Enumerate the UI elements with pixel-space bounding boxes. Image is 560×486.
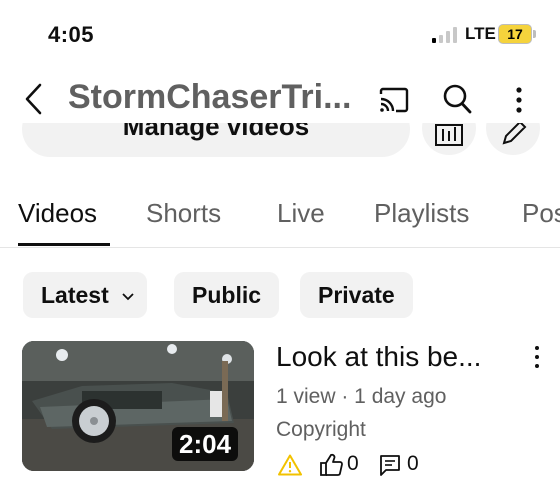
- signal-icon: [432, 27, 457, 43]
- channel-title: StormChaserTri...: [68, 78, 352, 116]
- edit-button[interactable]: [486, 123, 540, 155]
- video-duration: 2:04: [172, 427, 239, 461]
- video-more-icon[interactable]: [533, 345, 541, 369]
- back-arrow-icon[interactable]: [22, 82, 46, 116]
- channel-tabs: Videos Shorts Live Playlists Pos: [0, 190, 560, 248]
- tab-posts[interactable]: Pos: [522, 198, 560, 229]
- active-tab-indicator: [18, 243, 110, 246]
- comment-icon[interactable]: [378, 453, 402, 477]
- manage-videos-button[interactable]: Manage videos: [22, 123, 410, 157]
- pencil-icon: [502, 123, 527, 145]
- video-title[interactable]: Look at this be...: [276, 341, 512, 373]
- search-icon[interactable]: [442, 83, 472, 115]
- network-label: LTE: [465, 24, 496, 43]
- sort-latest-chip[interactable]: Latest: [23, 272, 148, 318]
- chevron-down-icon: [122, 293, 134, 301]
- public-filter-chip[interactable]: Public: [174, 272, 280, 318]
- manage-row: Manage videos: [0, 123, 560, 159]
- analytics-icon: [435, 124, 463, 146]
- status-time: 4:05: [48, 22, 95, 47]
- battery-indicator: 17: [498, 24, 532, 44]
- thumbs-up-icon[interactable]: [318, 452, 344, 478]
- video-visibility: Copyright: [276, 418, 366, 441]
- tab-shorts[interactable]: Shorts: [146, 198, 221, 229]
- private-filter-chip[interactable]: Private: [300, 272, 413, 318]
- like-count: 0: [347, 452, 359, 475]
- battery-tip: [533, 30, 536, 38]
- more-vertical-icon[interactable]: [514, 86, 524, 114]
- warning-icon: [278, 454, 302, 476]
- video-meta: 1 view · 1 day ago: [276, 385, 447, 408]
- tab-playlists[interactable]: Playlists: [374, 198, 469, 229]
- sort-label: Latest: [41, 282, 109, 308]
- comment-count: 0: [407, 452, 419, 475]
- tab-videos[interactable]: Videos: [18, 198, 97, 229]
- tab-live[interactable]: Live: [277, 198, 325, 229]
- cast-icon[interactable]: [378, 86, 410, 114]
- analytics-button[interactable]: [422, 123, 476, 155]
